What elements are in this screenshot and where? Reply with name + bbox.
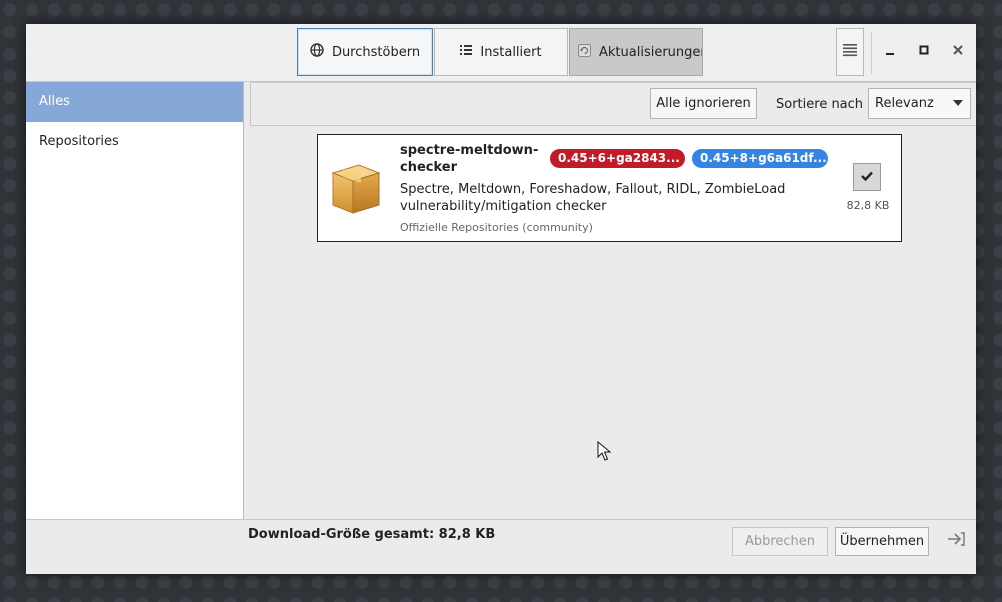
- close-icon: [953, 44, 963, 59]
- sidebar-item-all[interactable]: Alles: [26, 82, 243, 122]
- update-item[interactable]: spectre-meltdown-checker 0.45+6+ga2843..…: [317, 134, 902, 242]
- view-switcher: Durchstöbern Installiert Aktualisierunge…: [297, 28, 704, 76]
- menu-button[interactable]: [836, 28, 864, 76]
- close-button[interactable]: [948, 41, 968, 61]
- select-update-checkbox[interactable]: [853, 163, 881, 191]
- download-total: Download-Größe gesamt: 82,8 KB: [248, 527, 496, 542]
- cancel-button[interactable]: Abbrechen: [732, 527, 828, 556]
- tab-browse-label: Durchstöbern: [331, 44, 421, 60]
- tab-installed-label: Installiert: [480, 44, 542, 60]
- dropdown-arrow-icon: [953, 100, 963, 106]
- tab-browse[interactable]: Durchstöbern: [297, 28, 433, 76]
- refresh-icon: [578, 43, 591, 61]
- sidebar-item-repositories[interactable]: Repositories: [26, 122, 243, 162]
- minimize-icon: [885, 44, 895, 59]
- list-icon: [460, 44, 473, 60]
- updates-toolbar: Alle ignorieren Sortiere nach Relevanz: [250, 82, 976, 126]
- header-separator: [871, 32, 872, 74]
- current-version-badge: 0.45+6+ga2843...: [550, 149, 685, 168]
- maximize-button[interactable]: [914, 41, 934, 61]
- tab-updates-label: Aktualisierungen: [599, 44, 703, 60]
- globe-icon: [310, 43, 324, 61]
- package-name: spectre-meltdown-checker: [400, 143, 539, 175]
- hamburger-icon: [843, 43, 857, 61]
- tab-updates[interactable]: Aktualisierungen: [569, 28, 703, 76]
- mouse-cursor-icon: [597, 440, 612, 465]
- minimize-button[interactable]: [880, 41, 900, 61]
- sort-value: Relevanz: [875, 96, 934, 111]
- sort-select[interactable]: Relevanz: [868, 88, 971, 119]
- apply-button[interactable]: Übernehmen: [835, 527, 929, 556]
- exit-arrow-icon[interactable]: [946, 531, 966, 551]
- maximize-icon: [919, 44, 929, 59]
- package-description: Spectre, Meltdown, Foreshadow, Fallout, …: [400, 182, 786, 214]
- sort-label: Sortiere nach: [776, 97, 864, 112]
- transaction-bar: Download-Größe gesamt: 82,8 KB Abbrechen…: [26, 519, 976, 574]
- package-icon: [329, 155, 383, 219]
- checkmark-icon: [861, 170, 873, 185]
- header-bar: Durchstöbern Installiert Aktualisierunge…: [26, 24, 976, 82]
- new-version-badge: 0.45+8+g6a61df...: [692, 149, 828, 168]
- sidebar: Alles Repositories: [26, 82, 244, 519]
- package-size: 82,8 KB: [846, 199, 890, 212]
- app-window: Durchstöbern Installiert Aktualisierunge…: [26, 24, 976, 574]
- tab-installed[interactable]: Installiert: [434, 28, 568, 76]
- ignore-all-button[interactable]: Alle ignorieren: [650, 88, 757, 119]
- package-repository: Offizielle Repositories (community): [400, 221, 593, 234]
